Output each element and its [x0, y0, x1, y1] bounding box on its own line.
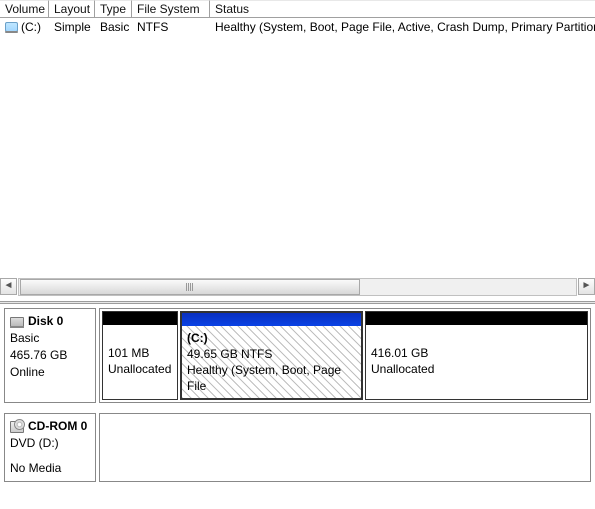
disk0-partition-map: 101 MB Unallocated (C:) 49.65 GB NTFS He…	[99, 308, 591, 403]
cdrom-type: DVD (D:)	[10, 435, 90, 452]
cd-icon	[10, 421, 24, 433]
partition-state: Unallocated	[108, 361, 172, 377]
partition-c[interactable]: (C:) 49.65 GB NTFS Healthy (System, Boot…	[180, 311, 363, 400]
partition-sizefs: 49.65 GB NTFS	[187, 346, 356, 362]
col-filesystem[interactable]: File System	[132, 0, 210, 18]
disk0-info[interactable]: Disk 0 Basic 465.76 GB Online	[4, 308, 96, 403]
drive-icon	[5, 22, 18, 32]
partition-unallocated-1[interactable]: 101 MB Unallocated	[102, 311, 178, 400]
volume-table-header: Volume Layout Type File System Status	[0, 0, 595, 18]
scroll-left-button[interactable]: ◄	[0, 278, 17, 295]
disk0-title-text: Disk 0	[28, 313, 63, 330]
partition-color-bar	[182, 313, 361, 326]
disk0-type: Basic	[10, 330, 90, 347]
filesystem-cell: NTFS	[132, 18, 210, 36]
type-cell: Basic	[95, 18, 132, 36]
scroll-right-button[interactable]: ►	[578, 278, 595, 295]
hdd-icon	[10, 317, 24, 327]
partition-name: (C:)	[187, 331, 208, 345]
volume-cell: (C:)	[0, 18, 49, 36]
col-status[interactable]: Status	[210, 0, 595, 18]
scrollbar-thumb[interactable]	[20, 279, 360, 295]
cdrom-partition-map[interactable]	[99, 413, 591, 482]
partition-size: 101 MB	[108, 345, 172, 361]
disk0-size: 465.76 GB	[10, 347, 90, 364]
cdrom-state: No Media	[10, 460, 90, 477]
partition-color-bar	[366, 312, 587, 325]
disk0-title: Disk 0	[10, 313, 90, 330]
cdrom-info[interactable]: CD-ROM 0 DVD (D:) No Media	[4, 413, 96, 482]
status-cell: Healthy (System, Boot, Page File, Active…	[210, 18, 595, 36]
partition-unallocated-2[interactable]: 416.01 GB Unallocated	[365, 311, 588, 400]
horizontal-scrollbar[interactable]: ◄ ►	[0, 278, 595, 296]
disk0-row: Disk 0 Basic 465.76 GB Online 101 MB Una…	[4, 308, 591, 403]
cdrom-title: CD-ROM 0	[10, 418, 90, 435]
partition-size: 416.01 GB	[371, 345, 582, 361]
disk-map-pane: Disk 0 Basic 465.76 GB Online 101 MB Una…	[0, 304, 595, 482]
volume-row[interactable]: (C:) Simple Basic NTFS Healthy (System, …	[0, 18, 595, 36]
col-type[interactable]: Type	[95, 0, 132, 18]
partition-color-bar	[103, 312, 177, 325]
volume-name: (C:)	[21, 19, 41, 35]
col-layout[interactable]: Layout	[49, 0, 95, 18]
volume-list[interactable]: (C:) Simple Basic NTFS Healthy (System, …	[0, 18, 595, 278]
partition-state: Unallocated	[371, 361, 582, 377]
disk0-state: Online	[10, 364, 90, 381]
col-volume[interactable]: Volume	[0, 0, 49, 18]
layout-cell: Simple	[49, 18, 95, 36]
cdrom-row: CD-ROM 0 DVD (D:) No Media	[4, 413, 591, 482]
cdrom-title-text: CD-ROM 0	[28, 418, 87, 435]
partition-status: Healthy (System, Boot, Page File	[187, 362, 356, 394]
